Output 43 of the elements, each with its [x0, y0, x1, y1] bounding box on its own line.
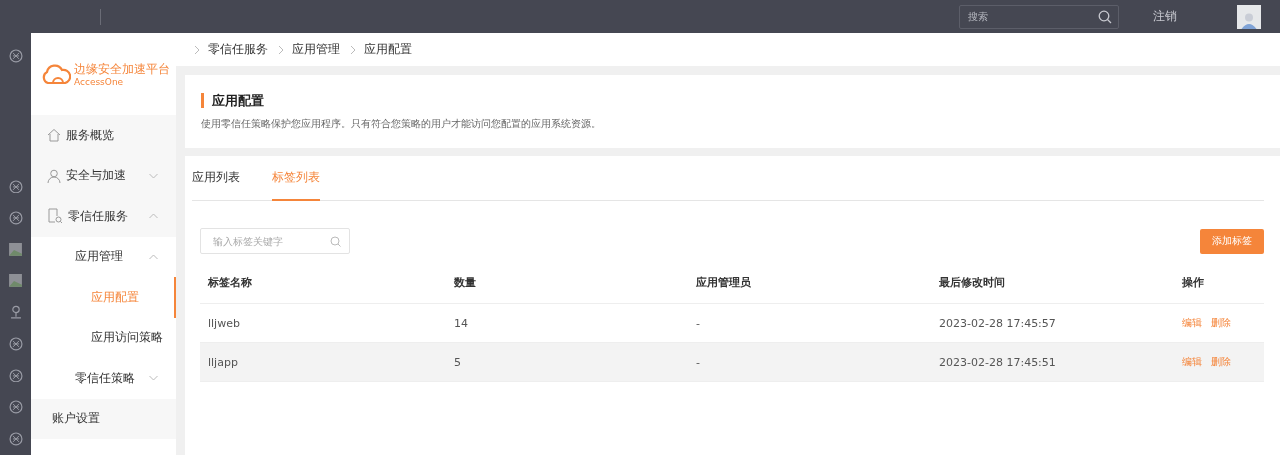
nav-item[interactable]: 服务概览	[31, 115, 176, 156]
search-field[interactable]: 搜索	[959, 4, 1119, 29]
column-header: 应用管理员	[688, 261, 931, 304]
person-icon	[47, 168, 61, 183]
chevron-right-icon	[350, 44, 356, 55]
search-icon	[1098, 9, 1112, 24]
avatar-icon[interactable]	[1237, 4, 1261, 29]
table-cell: -	[688, 342, 931, 382]
breadcrumb-link[interactable]: 应用配置	[364, 41, 412, 58]
image-icon[interactable]	[9, 243, 22, 257]
document-search-icon	[47, 208, 63, 225]
chevron-icon	[149, 213, 158, 220]
brand-title: 边缘安全加速平台	[74, 61, 170, 77]
page-title: 应用配置	[201, 92, 1264, 108]
column-header: 数量	[446, 261, 688, 304]
chevron-icon	[149, 375, 158, 382]
chevron-right-icon	[278, 44, 284, 55]
column-header: 标签名称	[200, 261, 446, 304]
nav-item[interactable]: 安全与加速	[31, 155, 176, 196]
table-cell: 14	[446, 303, 688, 343]
home-icon	[47, 128, 61, 143]
table-cell: -	[688, 303, 931, 343]
nav-item[interactable]: 账户设置	[31, 398, 176, 439]
table-cell: 2023-02-28 17:45:57	[931, 303, 1174, 343]
search-icon	[330, 236, 341, 247]
breadcrumb-link[interactable]: 应用管理	[292, 41, 340, 58]
column-header: 操作	[1174, 261, 1264, 304]
chevron-icon	[149, 172, 158, 179]
brand-subtitle: AccessOne	[74, 76, 125, 87]
table-cell: 5	[446, 342, 688, 382]
table-cell: lljapp	[200, 342, 446, 382]
column-header: 最后修改时间	[931, 261, 1174, 304]
table-cell: 2023-02-28 17:45:51	[931, 342, 1174, 382]
tab[interactable]: 应用列表	[192, 156, 240, 201]
breadcrumb-link[interactable]: 零信任服务	[208, 41, 268, 58]
table-cell: lljweb	[200, 303, 446, 343]
chevron-right-icon	[194, 44, 200, 55]
nav-item[interactable]: 零信任服务	[31, 196, 176, 237]
chevron-icon	[149, 253, 158, 260]
logout-link[interactable]: 注销	[1153, 8, 1177, 25]
page-description: 使用零信任策略保护您应用程序。只有符合您策略的用户才能访问您配置的应用系统资源。	[201, 117, 602, 131]
cloud-logo-icon	[41, 64, 71, 84]
keyword-search-field[interactable]: 输入标签关键字	[200, 228, 350, 254]
